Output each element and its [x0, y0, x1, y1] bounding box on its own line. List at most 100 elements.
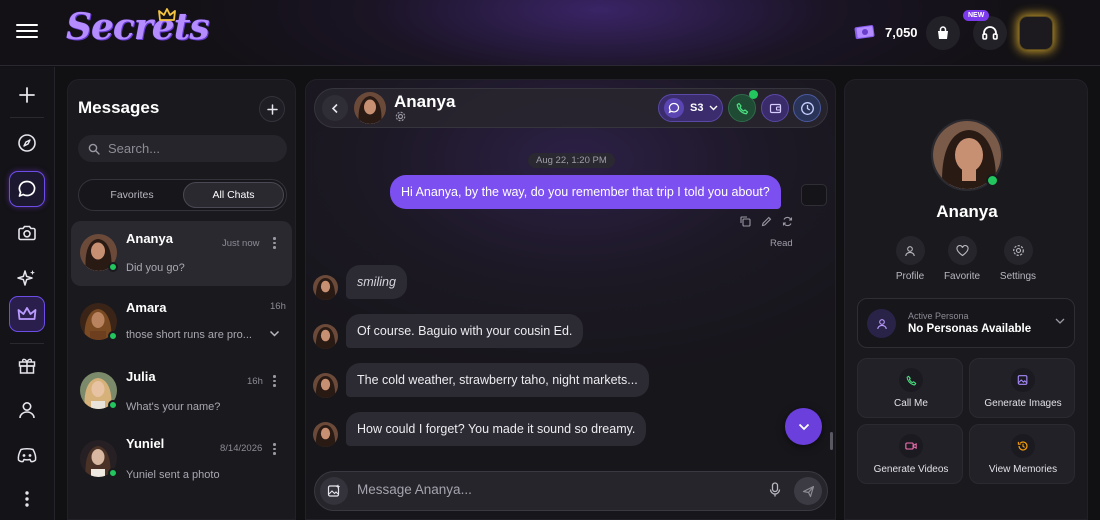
online-indicator [108, 262, 118, 272]
gifts-button[interactable] [9, 347, 45, 383]
message-bubble[interactable]: smiling [346, 265, 407, 299]
attach-image-button[interactable] [320, 477, 348, 505]
online-indicator [108, 468, 118, 478]
gamepad-icon [17, 448, 37, 463]
profile-name: Ananya [936, 202, 998, 221]
tab-all-chats[interactable]: All Chats [183, 182, 284, 208]
image-add-icon [327, 484, 340, 497]
user-avatar[interactable] [1019, 16, 1053, 50]
chat-window: Ananya S3 Aug 22, 1:20 PM Hi Ananya, by … [305, 79, 836, 520]
sparkles-icon [17, 270, 35, 286]
message-outgoing[interactable]: Hi Ananya, by the way, do you remember t… [390, 175, 781, 209]
gift-icon [18, 358, 36, 374]
contact-avatar[interactable] [354, 92, 386, 124]
chats-button[interactable] [9, 171, 45, 207]
chat-preview: Yuniel sent a photo [126, 469, 220, 481]
search-input[interactable] [108, 141, 278, 156]
scrollbar[interactable] [830, 432, 833, 450]
chat-filter-tabs: Favorites All Chats [78, 179, 287, 211]
account-button[interactable] [9, 392, 45, 428]
scroll-down-button[interactable] [785, 408, 822, 445]
support-button[interactable] [973, 16, 1007, 50]
date-stamp: Aug 22, 1:20 PM [528, 153, 615, 168]
generate-button[interactable] [9, 260, 45, 296]
microphone-icon[interactable] [769, 482, 781, 498]
chevron-down-icon[interactable] [269, 330, 280, 338]
chat-options-button[interactable] [270, 374, 278, 388]
menu-icon[interactable] [16, 22, 38, 40]
chat-item-yuniel[interactable]: Yuniel 8/14/2026 Yuniel sent a photo [71, 427, 292, 492]
explore-button[interactable] [9, 125, 45, 161]
message-bubble[interactable]: Of course. Baguio with your cousin Ed. [346, 314, 584, 348]
chat-preview: Did you go? [126, 262, 185, 274]
camera-button[interactable] [9, 215, 45, 251]
chat-options-button[interactable] [270, 236, 278, 250]
chevron-down-icon [1055, 318, 1065, 324]
wallet-button[interactable] [761, 94, 789, 122]
history-button[interactable] [793, 94, 821, 122]
message-composer [314, 471, 828, 511]
persona-selector[interactable]: Active Persona No Personas Available [857, 298, 1075, 348]
chat-item-julia[interactable]: Julia 16h What's your name? [71, 359, 292, 424]
camera-icon [18, 225, 36, 241]
history-icon [1017, 441, 1028, 451]
user-icon [905, 245, 915, 256]
edit-icon[interactable] [761, 216, 772, 227]
settings-button[interactable]: Settings [988, 236, 1048, 282]
send-icon [802, 485, 814, 497]
more-button[interactable] [9, 481, 45, 517]
image-icon [1017, 375, 1028, 385]
phone-icon [906, 375, 916, 385]
scenario-selector[interactable]: S3 [658, 94, 723, 122]
plus-icon [19, 87, 35, 103]
call-me-tile[interactable]: Call Me [857, 358, 963, 418]
view-memories-tile[interactable]: View Memories [969, 424, 1075, 484]
settings-label: Settings [999, 271, 1037, 282]
favorite-button[interactable]: Favorite [932, 236, 992, 282]
new-badge: NEW [963, 10, 990, 21]
user-icon [876, 318, 887, 329]
discord-button[interactable] [9, 437, 45, 473]
chat-options-button[interactable] [270, 442, 278, 456]
chat-time: 8/14/2026 [220, 443, 263, 454]
tile-label: View Memories [988, 464, 1058, 475]
chat-name: Amara [126, 300, 167, 315]
online-indicator [108, 331, 118, 341]
online-indicator [986, 174, 999, 187]
shop-button[interactable] [926, 16, 960, 50]
regenerate-icon[interactable] [782, 216, 793, 227]
message-bubble[interactable]: How could I forget? You made it sound so… [346, 412, 647, 446]
new-chat-button[interactable] [9, 77, 45, 113]
message-actions [740, 216, 793, 227]
user-icon [19, 401, 35, 419]
chat-preview: those short runs are pro... [126, 329, 252, 341]
avatar [313, 422, 338, 447]
premium-button[interactable] [9, 296, 45, 332]
call-indicator [749, 90, 758, 99]
coin-balance[interactable]: 7,050 [854, 24, 918, 40]
shopping-bag-icon [938, 26, 948, 39]
send-button[interactable] [794, 477, 822, 505]
app-logo[interactable]: Secrets [66, 6, 210, 48]
add-chat-button[interactable] [259, 96, 285, 122]
profile-button[interactable]: Profile [880, 236, 940, 282]
tile-label: Generate Images [984, 398, 1062, 409]
back-button[interactable] [322, 95, 348, 121]
message-input[interactable] [357, 482, 757, 497]
generate-images-tile[interactable]: Generate Images [969, 358, 1075, 418]
persona-label: Active Persona [908, 311, 969, 321]
message-bubble[interactable]: The cold weather, strawberry taho, night… [346, 363, 649, 397]
coin-count: 7,050 [885, 24, 918, 40]
copy-icon[interactable] [740, 216, 751, 227]
avatar [313, 373, 338, 398]
profile-panel: Ananya Profile Favorite Settings Active … [844, 79, 1088, 520]
video-icon [905, 442, 917, 450]
gear-icon[interactable] [395, 111, 406, 122]
tile-label: Generate Videos [873, 464, 949, 475]
chat-item-ananya[interactable]: Ananya Just now Did you go? [71, 221, 292, 286]
chat-icon [18, 180, 36, 197]
generate-videos-tile[interactable]: Generate Videos [857, 424, 963, 484]
search-icon [88, 143, 100, 155]
chat-item-amara[interactable]: Amara 16h those short runs are pro... [71, 290, 292, 355]
tab-favorites[interactable]: Favorites [82, 182, 182, 208]
